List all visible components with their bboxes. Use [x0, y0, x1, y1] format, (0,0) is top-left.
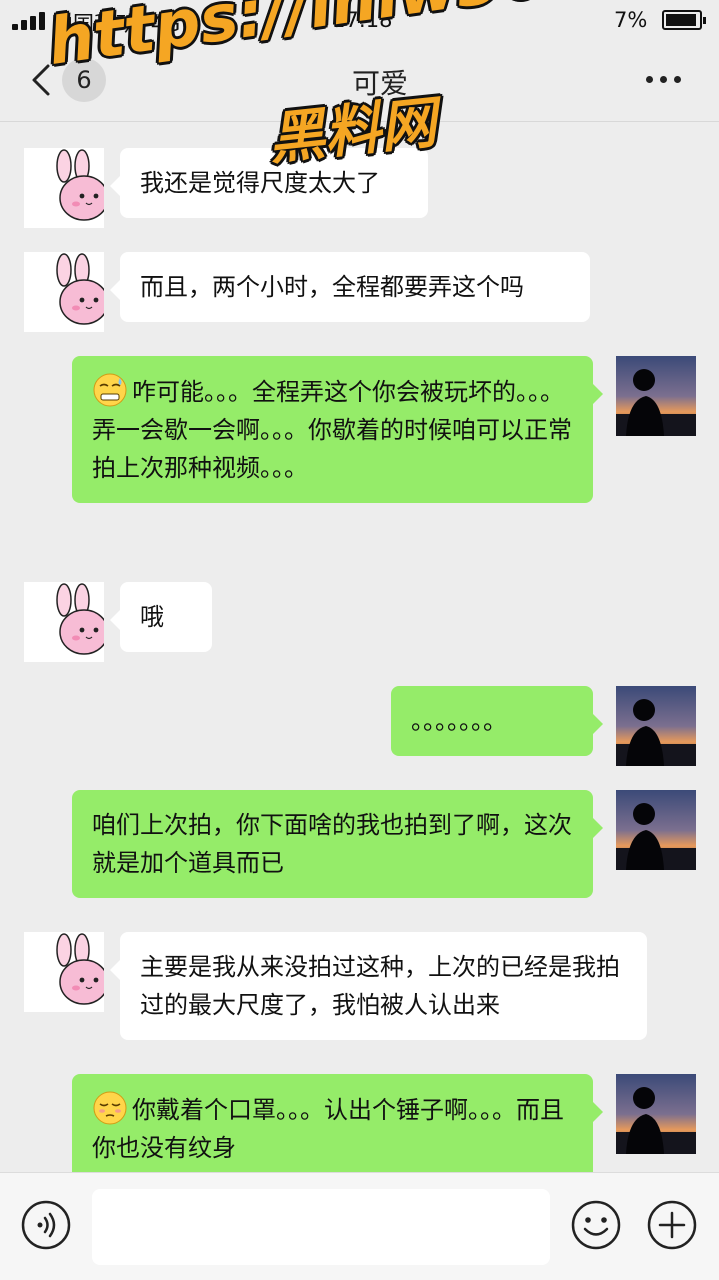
contact-avatar[interactable] [24, 932, 104, 1012]
message-text: 我还是觉得尺度太大了 [140, 169, 380, 197]
my-avatar[interactable] [616, 1074, 696, 1154]
plus-icon[interactable] [646, 1199, 698, 1251]
message-text: 哦 [140, 603, 164, 631]
network-type: 4G [150, 12, 181, 36]
carrier-name: 中国移动 [52, 12, 136, 36]
carrier-label: 中国移动 4G [52, 8, 180, 38]
message-text: 咱们上次拍，你下面啥的我也拍到了啊，这次就是加个道具而已 [92, 811, 572, 877]
chat-title: 可爱 [351, 67, 408, 100]
battery-fill [666, 14, 697, 26]
contact-avatar[interactable] [24, 582, 104, 662]
battery-icon [662, 10, 706, 30]
signal-icon [12, 12, 46, 30]
sent-message-bubble[interactable]: 你戴着个口罩。。。认出个锤子啊。。。而且你也没有纹身 [72, 1074, 603, 1183]
input-bar [0, 1172, 719, 1280]
sent-message-bubble[interactable]: 咱们上次拍，你下面啥的我也拍到了啊，这次就是加个道具而已 [72, 790, 603, 898]
sent-message-bubble[interactable]: 咋可能。。。全程弄这个你会被玩坏的。。。弄一会歇一会啊。。。你歇着的时候咱可以正… [72, 356, 603, 503]
my-avatar[interactable] [616, 790, 696, 870]
chevron-left-icon[interactable] [26, 60, 56, 100]
smirk-emoji-icon [93, 1091, 127, 1125]
status-time: 17:18 [332, 8, 393, 32]
message-text: 咋可能。。。全程弄这个你会被玩坏的。。。弄一会歇一会啊。。。你歇着的时候咱可以正… [92, 378, 572, 482]
contact-avatar[interactable] [24, 252, 104, 332]
chat-header: 6 可爱 [0, 40, 719, 122]
received-message-bubble[interactable]: 哦 [110, 582, 212, 652]
message-text: 。。。。。。。 [411, 707, 507, 735]
received-message-bubble[interactable]: 我还是觉得尺度太大了 [110, 148, 428, 218]
status-bar: 中国移动 4G 17:18 7% [0, 0, 719, 40]
message-text: 主要是我从来没拍过这种，上次的已经是我拍过的最大尺度了，我怕被人认出来 [140, 953, 620, 1019]
message-input[interactable] [92, 1189, 550, 1265]
message-text: 而且，两个小时，全程都要弄这个吗 [140, 273, 524, 301]
received-message-bubble[interactable]: 主要是我从来没拍过这种，上次的已经是我拍过的最大尺度了，我怕被人认出来 [110, 932, 647, 1040]
contact-avatar[interactable] [24, 148, 104, 228]
my-avatar[interactable] [616, 356, 696, 436]
battery-percent: 7% [614, 8, 648, 32]
unread-count-badge[interactable]: 6 [62, 58, 106, 102]
received-message-bubble[interactable]: 而且，两个小时，全程都要弄这个吗 [110, 252, 590, 322]
more-dots-icon[interactable] [646, 76, 686, 86]
voice-icon[interactable] [20, 1199, 72, 1251]
message-text: 你戴着个口罩。。。认出个锤子啊。。。而且你也没有纹身 [92, 1096, 564, 1162]
smiley-icon[interactable] [570, 1199, 622, 1251]
sent-message-bubble[interactable]: 。。。。。。。 [391, 686, 603, 756]
grimace-emoji-icon [93, 373, 127, 407]
my-avatar[interactable] [616, 686, 696, 766]
